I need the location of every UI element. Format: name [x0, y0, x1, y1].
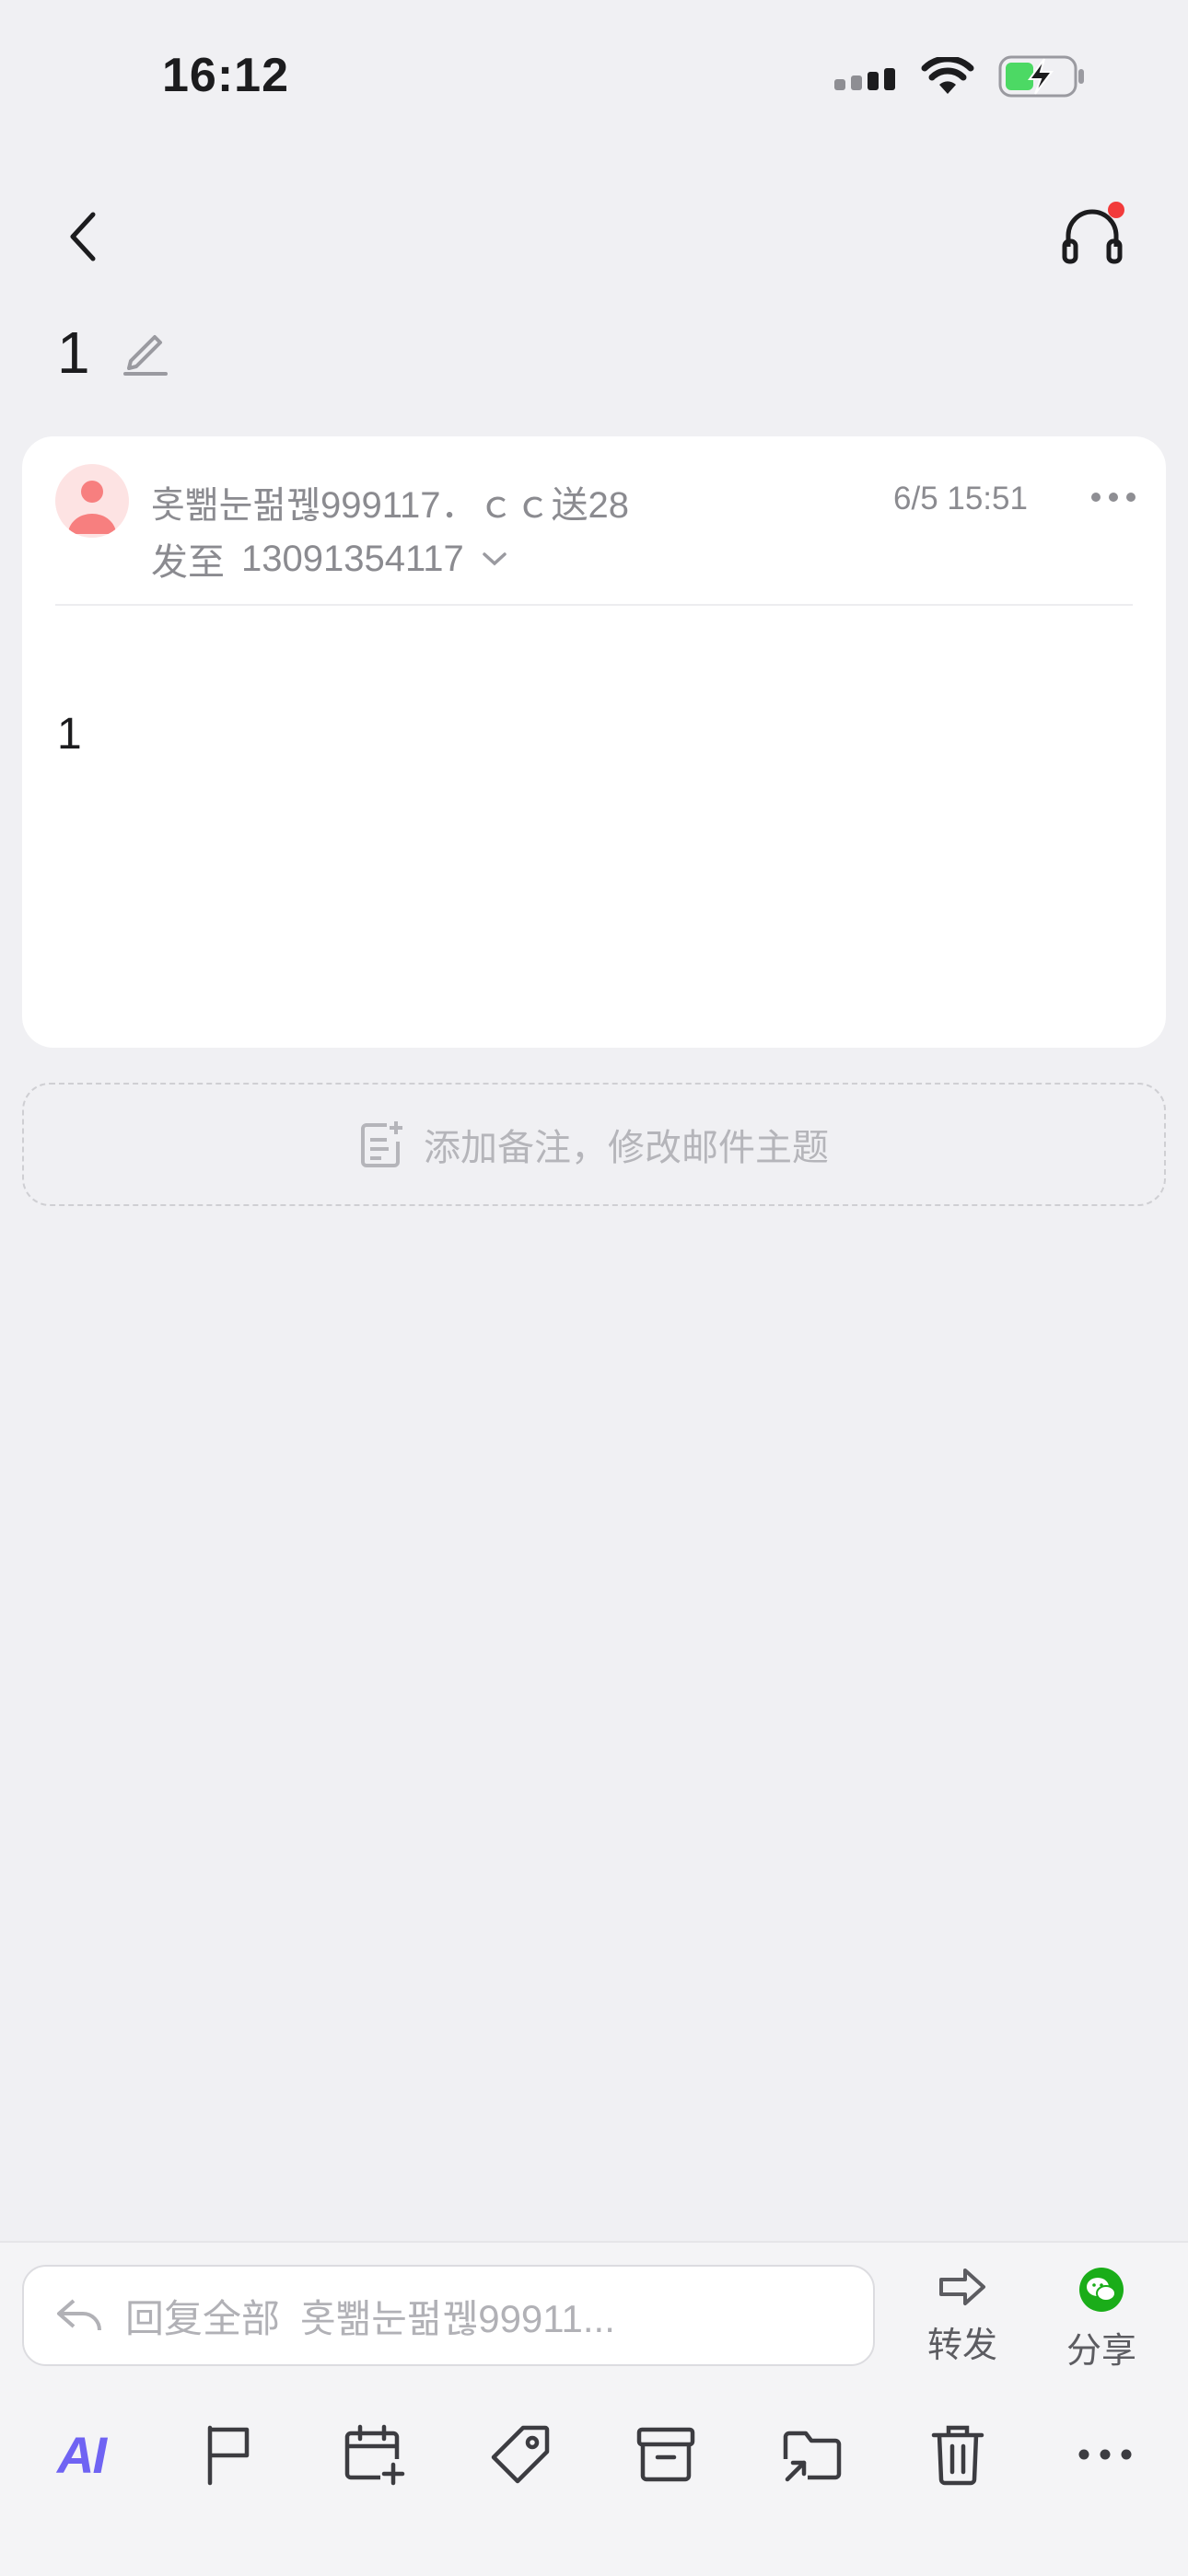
- reply-recipient: 홋뾂눈펆꿶99911...: [300, 2296, 615, 2340]
- person-icon: [68, 481, 116, 534]
- trash-icon: [931, 2425, 984, 2486]
- chevron-down-icon: [483, 552, 507, 566]
- recipient-prefix: 发至: [151, 542, 225, 583]
- move-to-folder-button[interactable]: [766, 2408, 858, 2501]
- forward-label: 转发: [926, 2327, 997, 2365]
- flag-icon: [207, 2425, 250, 2486]
- mail-subject: 1: [57, 319, 90, 386]
- mail-body: 1: [57, 710, 82, 759]
- wechat-icon: [1079, 2268, 1124, 2312]
- reply-all-input[interactable]: 回复全部 홋뾂눈펆꿶99911...: [22, 2265, 875, 2366]
- add-note-label: 添加备注，修改邮件主题: [424, 1128, 829, 1168]
- forward-arrow-icon: [939, 2269, 985, 2305]
- mail-card: 홋뾂눈펆꿶999117．ｃｃ送28 发至 13091354117 6/5 15:…: [22, 436, 1166, 1048]
- pencil-icon: [123, 335, 168, 376]
- move-folder-icon: [783, 2431, 842, 2482]
- add-note-button[interactable]: 添加备注，修改邮件主题: [22, 1083, 1166, 1206]
- recipient-address: 13091354117: [241, 538, 464, 579]
- recipient-line[interactable]: 发至 13091354117: [151, 532, 508, 586]
- flag-button[interactable]: [182, 2408, 274, 2501]
- ai-label: AI: [57, 2425, 107, 2484]
- customer-service-button[interactable]: [1046, 190, 1138, 282]
- header-divider: [55, 604, 1133, 606]
- share-label: 分享: [1066, 2332, 1136, 2371]
- back-button[interactable]: [42, 195, 125, 278]
- status-icons: [834, 55, 1087, 98]
- note-add-icon: [361, 1121, 402, 1167]
- status-time: 16:12: [162, 49, 289, 102]
- cellular-signal-icon: [834, 68, 895, 90]
- tag-button[interactable]: [474, 2408, 566, 2501]
- edit-subject-button[interactable]: [118, 324, 173, 379]
- bottom-action-area: 回复全部 홋뾂눈펆꿶99911... 转发 分享 AI: [0, 2241, 1188, 2576]
- chevron-left-icon: [70, 212, 96, 261]
- reply-prefix: 回复全部: [125, 2296, 281, 2340]
- bottom-toolbar: AI: [0, 2408, 1188, 2501]
- more-icon: [1078, 2449, 1132, 2460]
- more-button[interactable]: [1059, 2408, 1151, 2501]
- battery-charging-icon: [998, 55, 1084, 98]
- sender-name[interactable]: 홋뾂눈펆꿶999117．ｃｃ送28: [151, 475, 629, 528]
- forward-button[interactable]: 转发: [907, 2267, 1018, 2367]
- calendar-add-icon: [344, 2424, 405, 2486]
- mail-more-button[interactable]: [1081, 479, 1146, 516]
- tag-icon: [491, 2425, 550, 2484]
- archive-icon: [636, 2427, 695, 2482]
- reply-arrow-icon: [57, 2299, 101, 2331]
- ai-button[interactable]: AI: [35, 2408, 127, 2501]
- archive-button[interactable]: [620, 2408, 712, 2501]
- delete-button[interactable]: [912, 2408, 1004, 2501]
- mail-date: 6/5 15:51: [893, 481, 1028, 516]
- wifi-icon: [921, 57, 974, 94]
- headset-icon: [1062, 202, 1124, 264]
- notification-badge: [1108, 202, 1124, 218]
- more-dots-icon: [1091, 493, 1136, 502]
- share-button[interactable]: 分享: [1046, 2267, 1157, 2373]
- add-to-calendar-button[interactable]: [328, 2408, 420, 2501]
- avatar[interactable]: [55, 464, 129, 538]
